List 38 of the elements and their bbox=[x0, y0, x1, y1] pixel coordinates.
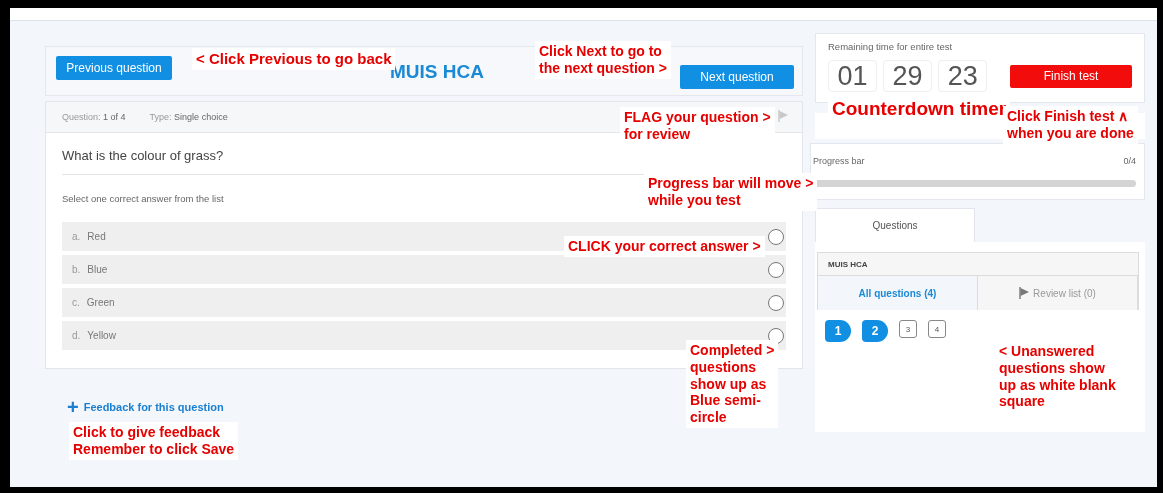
annotation-text: Click to give feedback Remember to click Save bbox=[69, 422, 239, 460]
progress-count: 0/4 bbox=[1123, 156, 1136, 166]
review-list-tab[interactable]: Review list (0) bbox=[978, 276, 1138, 310]
annotation-text: < Click Previous to go back bbox=[192, 48, 396, 70]
annotation-text: CLICK your correct answer > bbox=[564, 236, 765, 257]
question-number-button[interactable]: 1 bbox=[825, 320, 851, 342]
flag-icon bbox=[1019, 287, 1030, 299]
timer-seconds: 23 bbox=[938, 60, 988, 92]
next-question-button[interactable]: Next question bbox=[680, 65, 794, 89]
progress-label: Progress bar bbox=[813, 156, 865, 166]
timer-minutes: 29 bbox=[883, 60, 933, 92]
question-number-button[interactable]: 2 bbox=[862, 320, 888, 342]
all-questions-tab[interactable]: All questions (4) bbox=[818, 276, 978, 310]
radio-button[interactable] bbox=[768, 261, 784, 278]
timer-hours: 01 bbox=[828, 60, 878, 92]
annotation-text: Click Next to go to the next question > bbox=[535, 41, 671, 79]
annotation-text: Completed > questions show up as Blue semi- circle bbox=[686, 340, 779, 428]
question-number: Question: 1 of 4 bbox=[62, 112, 126, 122]
timer-label: Remaining time for entire test bbox=[828, 41, 954, 52]
feedback-link[interactable]: + Feedback for this question bbox=[67, 397, 224, 417]
annotation-text: Progress bar will move > while you test bbox=[644, 173, 818, 211]
instruction-text: Select one correct answer from the list bbox=[62, 193, 224, 204]
section-title: MUIS HCA bbox=[818, 253, 1138, 276]
previous-question-button[interactable]: Previous question bbox=[56, 56, 172, 80]
answer-option[interactable]: c. Green bbox=[72, 297, 115, 308]
question-type: Type: Single choice bbox=[149, 112, 228, 122]
annotation-text: Click Finish test ∧ when you are done bbox=[1003, 106, 1138, 144]
radio-button[interactable] bbox=[768, 228, 784, 245]
answer-option[interactable]: b. Blue bbox=[72, 264, 108, 275]
questions-tab[interactable]: Questions bbox=[815, 208, 975, 242]
radio-button[interactable] bbox=[768, 327, 784, 344]
question-number-button[interactable]: 4 bbox=[928, 320, 946, 338]
answer-option[interactable]: d. Yellow bbox=[72, 330, 116, 341]
question-number-button[interactable]: 3 bbox=[899, 320, 917, 338]
radio-button[interactable] bbox=[768, 294, 784, 311]
answer-option[interactable]: a. Red bbox=[72, 231, 106, 242]
flag-icon bbox=[778, 110, 788, 122]
finish-test-button[interactable]: Finish test bbox=[1010, 64, 1132, 88]
